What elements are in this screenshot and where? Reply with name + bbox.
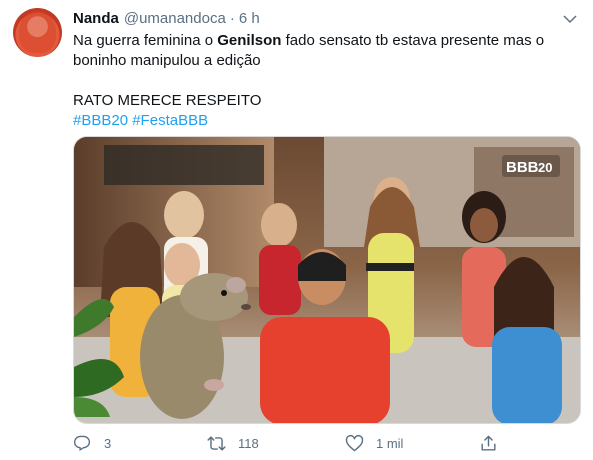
retweet-count: 118	[238, 435, 259, 451]
text-segment: Na guerra feminina o	[73, 32, 218, 49]
hashtags-line: #BBB20 #FestaBBB	[73, 111, 563, 131]
hashtag-link[interactable]: #BBB20	[73, 112, 128, 129]
separator-dot: ·	[229, 10, 235, 27]
media-illustration: BBB 20	[74, 137, 580, 423]
share-button[interactable]	[479, 432, 498, 454]
text-gap	[73, 71, 563, 91]
avatar-hair	[19, 11, 56, 53]
tweet-text: Na guerra feminina o Genilson fado sensa…	[73, 31, 563, 131]
display-name[interactable]: Nanda	[73, 10, 119, 27]
watermark-number: 20	[538, 160, 552, 175]
reply-button[interactable]: 3	[73, 432, 111, 454]
avatar[interactable]	[13, 8, 62, 57]
tweet-text-line-2: boninho manipulou a edição	[73, 52, 261, 69]
chevron-down-icon[interactable]	[561, 10, 579, 28]
tweet-header: Nanda @umanandoca · 6 h	[73, 10, 260, 30]
tweet-time[interactable]: 6 h	[239, 10, 260, 27]
text-bold-name: Genilson	[217, 32, 282, 49]
reply-count: 3	[104, 435, 112, 451]
text-segment: fado sensato tb estava presente mas o	[281, 32, 545, 49]
tweet-media-image[interactable]: BBB 20	[73, 136, 581, 424]
share-icon	[481, 435, 496, 451]
like-count: 1 mil	[376, 435, 404, 451]
retweet-icon	[207, 435, 226, 451]
like-button[interactable]: 1 mil	[345, 432, 403, 454]
reply-icon	[73, 435, 91, 451]
hashtag-link[interactable]: #FestaBBB	[132, 112, 208, 129]
tweet[interactable]: Nanda @umanandoca · 6 h Na guerra femini…	[0, 0, 593, 460]
retweet-button[interactable]: 118	[207, 432, 259, 454]
tweet-text-line-1: Na guerra feminina o Genilson fado sensa…	[73, 31, 563, 51]
like-icon	[345, 434, 364, 451]
watermark-text: BBB	[506, 159, 539, 176]
user-handle[interactable]: @umanandoca	[124, 10, 226, 27]
tweet-text-line-3: RATO MERECE RESPEITO	[73, 92, 262, 109]
watermark: BBB 20	[502, 155, 560, 177]
tweet-actions: 3 118 1 mil	[73, 432, 573, 454]
